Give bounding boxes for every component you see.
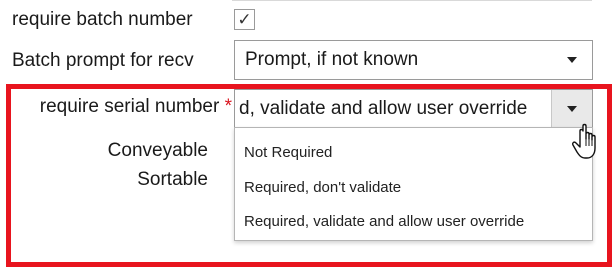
required-marker: * (224, 96, 232, 117)
batch-prompt-value: Prompt, if not known (245, 49, 419, 70)
caret-down-icon (567, 57, 577, 63)
option-required-validate-allow-override[interactable]: Required, validate and allow user overri… (244, 213, 524, 231)
sortable-label: Sortable (137, 169, 208, 190)
option-required-dont-validate[interactable]: Required, don't validate (244, 179, 401, 197)
require-batch-number-checkbox[interactable]: ✓ (234, 9, 255, 30)
require-serial-number-select[interactable]: d, validate and allow user override (234, 89, 593, 128)
check-icon: ✓ (237, 10, 252, 29)
batch-prompt-label: Batch prompt for recv (12, 50, 194, 71)
batch-prompt-dropdown-button[interactable] (552, 41, 592, 79)
require-serial-number-label: require serial number (39, 96, 220, 117)
batch-prompt-select[interactable]: Prompt, if not known (234, 40, 593, 80)
top-divider (232, 0, 592, 1)
caret-down-icon (567, 105, 577, 112)
require-batch-number-label: require batch number (12, 9, 193, 30)
serial-number-options-list: Not Required Required, don't validate Re… (234, 127, 593, 241)
require-serial-number-value: d, validate and allow user override (239, 97, 528, 119)
option-not-required[interactable]: Not Required (244, 144, 332, 162)
hand-pointer-icon (572, 123, 596, 159)
require-serial-number-label-wrap: require serial number * (14, 96, 232, 118)
conveyable-label: Conveyable (107, 140, 208, 161)
